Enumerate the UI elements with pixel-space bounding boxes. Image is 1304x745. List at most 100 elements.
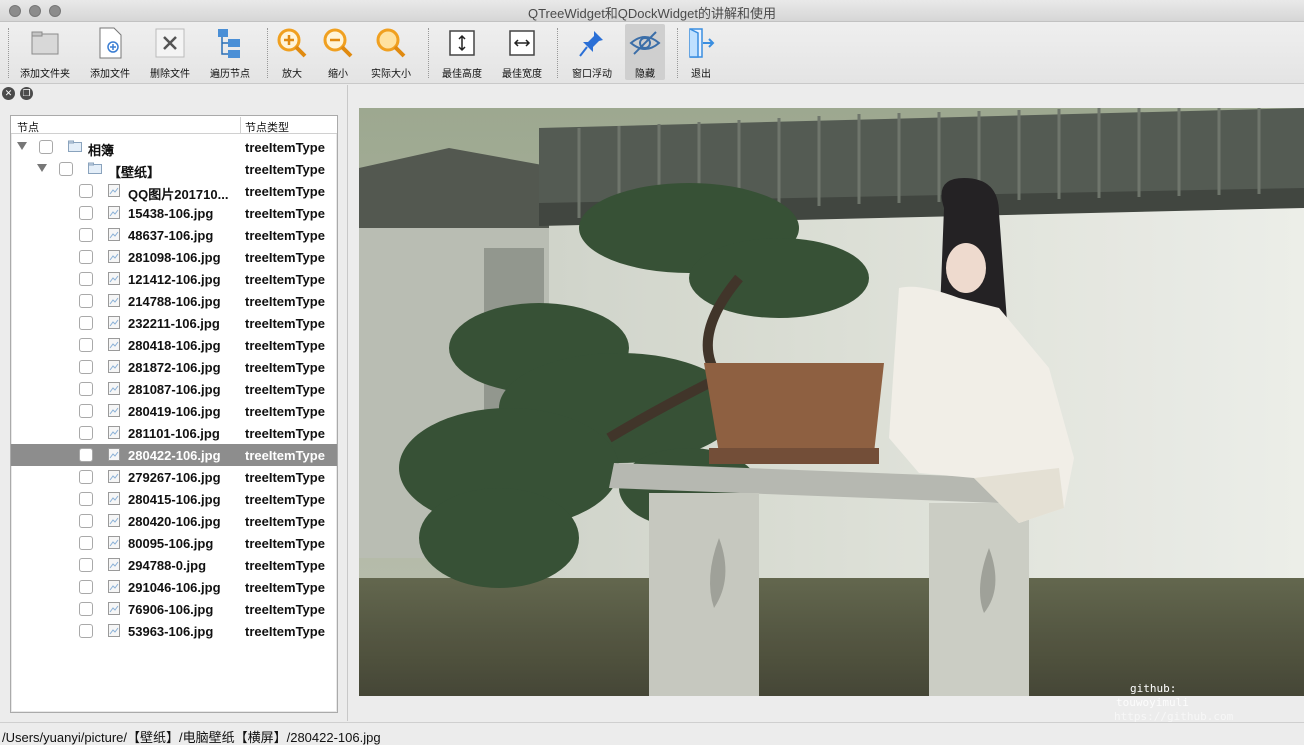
image-file-icon — [108, 272, 120, 285]
header-divider[interactable] — [240, 117, 241, 133]
row-checkbox[interactable] — [79, 514, 93, 528]
dock-close-icon[interactable]: ✕ — [2, 87, 15, 100]
row-checkbox[interactable] — [79, 624, 93, 638]
folder-icon — [29, 27, 61, 59]
fit-height-button[interactable]: 最佳高度 — [432, 24, 492, 80]
row-checkbox[interactable] — [79, 272, 93, 286]
add-file-button[interactable]: 添加文件 — [80, 24, 140, 80]
tree-file-row[interactable]: 232211-106.jpg treeItemType — [11, 312, 337, 334]
row-checkbox[interactable] — [79, 316, 93, 330]
node-name: 279267-106.jpg — [128, 470, 221, 485]
fit-width-icon — [506, 27, 538, 59]
image-file-icon — [108, 382, 120, 395]
expand-arrow-icon[interactable] — [17, 142, 27, 150]
tree-folder-row[interactable]: 相簿 treeItemType — [11, 136, 337, 158]
row-checkbox[interactable] — [59, 162, 73, 176]
row-checkbox[interactable] — [79, 382, 93, 396]
tree-file-row[interactable]: 15438-106.jpg treeItemType — [11, 202, 337, 224]
float-window-button[interactable]: 窗口浮动 — [562, 24, 622, 80]
node-type: treeItemType — [245, 382, 325, 397]
tree-file-row[interactable]: 53963-106.jpg treeItemType — [11, 620, 337, 642]
node-type: treeItemType — [245, 558, 325, 573]
exit-button[interactable]: 退出 — [671, 24, 731, 80]
toolbar-separator — [428, 28, 429, 78]
image-file-icon — [108, 184, 120, 197]
folder-icon — [88, 162, 102, 175]
node-name: 15438-106.jpg — [128, 206, 214, 221]
node-type: treeItemType — [245, 272, 325, 287]
node-type: treeItemType — [245, 140, 325, 155]
tree-file-row[interactable]: 280418-106.jpg treeItemType — [11, 334, 337, 356]
tree-file-row[interactable]: 294788-0.jpg treeItemType — [11, 554, 337, 576]
tree-nodes-icon — [214, 27, 246, 59]
node-name: 214788-106.jpg — [128, 294, 221, 309]
tree-file-row[interactable]: 121412-106.jpg treeItemType — [11, 268, 337, 290]
hide-button[interactable]: 隐藏 — [625, 24, 665, 80]
actual-size-button[interactable]: 实际大小 — [361, 24, 421, 80]
delete-file-button[interactable]: 删除文件 — [140, 24, 200, 80]
tree-file-row[interactable]: 281087-106.jpg treeItemType — [11, 378, 337, 400]
fit-width-button[interactable]: 最佳宽度 — [492, 24, 552, 80]
node-name: QQ图片201710... — [128, 187, 229, 202]
row-checkbox[interactable] — [79, 228, 93, 242]
row-checkbox[interactable] — [79, 580, 93, 594]
row-checkbox[interactable] — [79, 558, 93, 572]
image-file-icon — [108, 492, 120, 505]
tree-file-row[interactable]: 280422-106.jpg treeItemType — [11, 444, 337, 466]
row-checkbox[interactable] — [79, 448, 93, 462]
expand-arrow-icon[interactable] — [37, 164, 47, 172]
tree-file-row[interactable]: 76906-106.jpg treeItemType — [11, 598, 337, 620]
actual-size-icon — [375, 27, 407, 59]
row-checkbox[interactable] — [79, 536, 93, 550]
node-name: 53963-106.jpg — [128, 624, 214, 639]
tree-file-row[interactable]: 80095-106.jpg treeItemType — [11, 532, 337, 554]
eye-hidden-icon — [629, 27, 661, 59]
dock-splitter[interactable] — [347, 85, 348, 721]
row-checkbox[interactable] — [79, 294, 93, 308]
tree-file-row[interactable]: 280420-106.jpg treeItemType — [11, 510, 337, 532]
node-type: treeItemType — [245, 492, 325, 507]
tree-file-row[interactable]: 214788-106.jpg treeItemType — [11, 290, 337, 312]
image-file-icon — [108, 448, 120, 461]
row-checkbox[interactable] — [79, 602, 93, 616]
image-file-icon — [108, 470, 120, 483]
traverse-nodes-button[interactable]: 遍历节点 — [200, 24, 260, 80]
node-name: 281101-106.jpg — [128, 426, 220, 441]
tree-folder-row[interactable]: 【壁纸】 treeItemType — [11, 158, 337, 180]
row-checkbox[interactable] — [79, 426, 93, 440]
add-folder-button[interactable]: 添加文件夹 — [15, 24, 75, 80]
tree-widget[interactable]: 节点 节点类型 相簿 treeItemType 【壁纸】 treeItemType QQ… — [10, 115, 338, 713]
row-checkbox[interactable] — [79, 250, 93, 264]
row-checkbox[interactable] — [79, 206, 93, 220]
row-checkbox[interactable] — [79, 184, 93, 198]
dock-float-icon[interactable]: ❐ — [20, 87, 33, 100]
node-type: treeItemType — [245, 316, 325, 331]
image-view[interactable] — [359, 108, 1304, 696]
tree-file-row[interactable]: 48637-106.jpg treeItemType — [11, 224, 337, 246]
row-checkbox[interactable] — [79, 360, 93, 374]
row-checkbox[interactable] — [39, 140, 53, 154]
row-checkbox[interactable] — [79, 492, 93, 506]
node-type: treeItemType — [245, 448, 325, 463]
row-checkbox[interactable] — [79, 404, 93, 418]
tree-file-row[interactable]: 280419-106.jpg treeItemType — [11, 400, 337, 422]
tree-file-row[interactable]: 279267-106.jpg treeItemType — [11, 466, 337, 488]
row-checkbox[interactable] — [79, 338, 93, 352]
header-node-type[interactable]: 节点类型 — [245, 119, 289, 135]
zoom-out-button[interactable]: 缩小 — [308, 24, 368, 80]
tree-file-row[interactable]: 291046-106.jpg treeItemType — [11, 576, 337, 598]
node-type: treeItemType — [245, 206, 325, 221]
tree-file-row[interactable]: 281872-106.jpg treeItemType — [11, 356, 337, 378]
header-node[interactable]: 节点 — [17, 119, 39, 135]
tree-file-row[interactable]: 281101-106.jpg treeItemType — [11, 422, 337, 444]
tree-file-row[interactable]: QQ图片201710... treeItemType — [11, 180, 337, 202]
row-checkbox[interactable] — [79, 470, 93, 484]
exit-icon — [685, 27, 717, 59]
tree-file-row[interactable]: 280415-106.jpg treeItemType — [11, 488, 337, 510]
node-name: 80095-106.jpg — [128, 536, 214, 551]
image-file-icon — [108, 316, 120, 329]
node-name: 232211-106.jpg — [128, 316, 220, 331]
node-name: 相簿 — [88, 143, 115, 158]
node-name: 280415-106.jpg — [128, 492, 221, 507]
tree-file-row[interactable]: 281098-106.jpg treeItemType — [11, 246, 337, 268]
